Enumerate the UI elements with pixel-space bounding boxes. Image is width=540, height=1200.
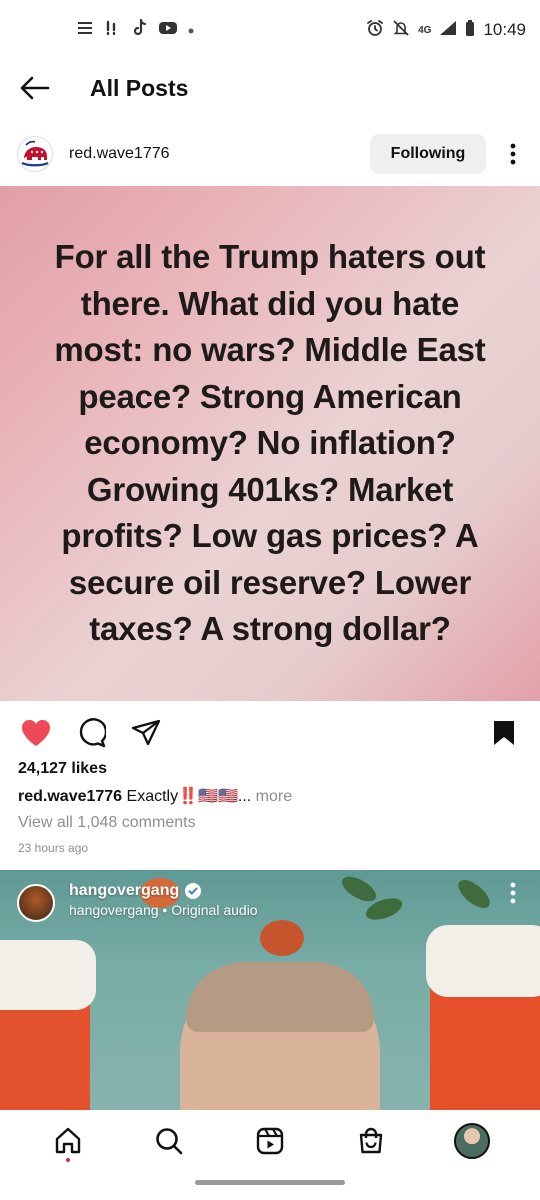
person-hair	[186, 962, 374, 1032]
post-image[interactable]: For all the Trump haters out there. What…	[0, 186, 540, 701]
more-vertical-icon	[510, 882, 516, 904]
back-button[interactable]	[0, 60, 70, 116]
elephant-logo-icon	[21, 140, 49, 167]
post-actions	[0, 710, 540, 756]
status-bar: 4G 10:49	[0, 0, 540, 60]
view-comments-link[interactable]: View all 1,048 comments	[18, 814, 196, 832]
send-icon	[131, 719, 161, 746]
mute-icon	[392, 19, 410, 42]
bookmark-filled-icon	[494, 721, 514, 745]
bottom-nav	[0, 1110, 540, 1172]
post-image-text: For all the Trump haters out there. What…	[54, 238, 486, 648]
comment-icon	[79, 718, 106, 748]
likes-count[interactable]: 24,127 likes	[18, 760, 107, 778]
reel-username[interactable]: hangovergang	[69, 882, 179, 900]
heart-filled-icon	[22, 720, 50, 746]
following-button[interactable]: Following	[370, 134, 486, 174]
nav-profile[interactable]	[449, 1118, 495, 1164]
next-post-reel[interactable]: hangovergang hangovergang • Original aud…	[0, 870, 540, 1110]
battery-icon	[465, 19, 475, 42]
reel-avatar[interactable]	[17, 884, 55, 922]
comment-button[interactable]	[73, 715, 109, 751]
reel-more-button[interactable]	[486, 882, 540, 904]
like-button[interactable]	[18, 715, 54, 751]
caption-text: Exactly‼️🇺🇸🇺🇸...	[126, 788, 252, 805]
nav-search[interactable]	[146, 1118, 192, 1164]
arrow-left-icon	[20, 76, 50, 100]
page-title: All Posts	[90, 74, 189, 101]
status-system: 4G 10:49	[366, 19, 526, 42]
post-username[interactable]: red.wave1776	[69, 145, 170, 163]
more-notifications-dot-icon	[188, 21, 194, 39]
post-header: red.wave1776 Following	[0, 126, 540, 182]
nav-home[interactable]	[45, 1118, 91, 1164]
post-more-button[interactable]	[486, 143, 540, 165]
reels-icon	[256, 1127, 284, 1155]
status-notifications	[76, 18, 194, 42]
home-icon	[56, 1127, 81, 1154]
app-header: All Posts	[0, 60, 540, 116]
alarm-icon	[366, 19, 384, 42]
save-button[interactable]	[486, 715, 522, 751]
reel-audio-subtitle[interactable]: hangovergang • Original audio	[69, 902, 258, 918]
notification-dot	[66, 1158, 71, 1162]
network-type-icon: 4G	[418, 24, 432, 36]
stocking-right-cuff	[426, 925, 540, 997]
caption: red.wave1776 Exactly‼️🇺🇸🇺🇸... more	[18, 786, 292, 806]
tiktok-icon	[132, 18, 148, 42]
search-icon	[156, 1128, 183, 1155]
reel-username-row[interactable]: hangovergang	[69, 882, 258, 900]
nav-reels[interactable]	[247, 1118, 293, 1164]
caption-username[interactable]: red.wave1776	[18, 788, 122, 805]
avatar[interactable]	[17, 136, 53, 172]
reel-meta: hangovergang hangovergang • Original aud…	[69, 882, 258, 918]
clock: 10:49	[483, 20, 526, 39]
app-e-icon	[76, 20, 94, 41]
youtube-icon	[158, 20, 178, 41]
post-timestamp: 23 hours ago	[18, 841, 89, 855]
reel-header: hangovergang hangovergang • Original aud…	[0, 882, 540, 928]
nav-shop[interactable]	[348, 1118, 394, 1164]
alert-icon	[104, 20, 122, 41]
caption-more-link[interactable]: more	[256, 788, 292, 805]
verified-badge-icon	[185, 883, 202, 899]
shop-bag-icon	[359, 1127, 382, 1154]
gesture-bar[interactable]	[195, 1180, 345, 1185]
profile-avatar	[453, 1123, 490, 1159]
stocking-left-cuff	[0, 940, 96, 1010]
share-button[interactable]	[128, 715, 164, 751]
more-vertical-icon	[510, 143, 516, 165]
signal-icon	[439, 20, 457, 41]
